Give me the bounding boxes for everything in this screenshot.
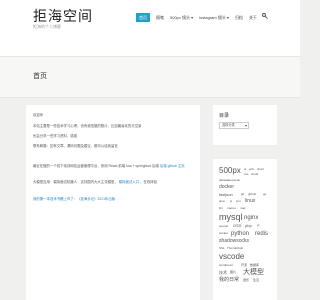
tag-link[interactable]: 开源	[241, 264, 247, 267]
main-nav: 首页 随笔 500px 镜头 ▾ instagram 镜头 ▾ 归档 关于	[136, 12, 263, 22]
page-title: 首页	[33, 73, 47, 80]
paragraph-project: 最近在做的一个线下培训网站运营管理平台，采用 React 前端 koa + sp…	[33, 164, 185, 169]
tag-link[interactable]: chart	[257, 168, 264, 171]
site-title[interactable]: 拒海空间	[33, 6, 93, 26]
interview-link[interactable]: 模拟面试入口	[119, 180, 139, 184]
backend-link[interactable]: 后端	[160, 164, 167, 168]
tag-link[interactable]: 摄影	[243, 279, 249, 282]
chevron-down-icon	[245, 125, 247, 127]
tag-link[interactable]: 图片	[230, 271, 236, 274]
tag-link[interactable]: nginx	[244, 215, 258, 221]
tag-link[interactable]: SSL	[219, 247, 225, 250]
github-link[interactable]: github 主页	[168, 164, 185, 168]
paragraph-intro: 本站主要是一些技术学习心得，也有我拍摄的照片，比如最喜欢的天空景	[33, 124, 142, 128]
tag-link[interactable]: 生活	[253, 279, 259, 282]
nav-item-archive[interactable]: 归档	[235, 13, 243, 22]
tag-link[interactable]: pocket	[219, 232, 228, 235]
sidebar: 目录 选择分类 500px ai arts chart css cloud debian de…	[213, 105, 277, 300]
tag-link[interactable]: redis	[255, 231, 268, 237]
tag-link[interactable]: 数据库	[250, 264, 259, 267]
paragraph-share: 也会分享一些学习资料，感谢	[33, 134, 78, 138]
tag-link[interactable]: linux	[245, 199, 255, 204]
tag-link[interactable]: pi	[257, 224, 259, 227]
llm-text: 大模型应用：模拟面试机器人，支持国内大大主流模型，	[33, 180, 118, 184]
tag-link[interactable]: llm	[219, 207, 223, 210]
llm-suffix: ，在线体验	[140, 180, 157, 184]
tag-link[interactable]: deepseek	[227, 179, 240, 182]
tag-link[interactable]: shadowsocks	[219, 239, 249, 244]
nav-item-about[interactable]: 关于	[249, 13, 257, 22]
book-link[interactable]: 我的第一本技术书籍上市了：《拒海手记》2021年出版	[33, 197, 115, 202]
tag-link[interactable]: php	[245, 224, 252, 228]
paragraph-contact: 联系邮箱：如有文章、源码问题及建议，都可以给我留言	[33, 144, 118, 148]
tag-link[interactable]: github	[248, 193, 256, 196]
tag-link[interactable]: python	[231, 231, 249, 237]
tag-link[interactable]: vscode	[219, 253, 244, 261]
tag-link[interactable]: OSS	[233, 224, 241, 228]
tag-link[interactable]: macos	[227, 207, 236, 210]
paragraph-llm: 大模型应用：模拟面试机器人，支持国内大大主流模型， 模拟面试入口 ，在线体验	[33, 180, 157, 185]
tag-link[interactable]: 大模型	[243, 269, 264, 276]
toc-title: 目录	[219, 113, 230, 119]
tag-link[interactable]: js	[230, 200, 232, 203]
tag-link[interactable]: cloud	[251, 173, 258, 176]
tag-link[interactable]: wordpress	[219, 264, 233, 267]
search-icon[interactable]	[261, 12, 269, 20]
category-select-value: 选择分类	[222, 123, 235, 127]
site-header: 拒海空间 拒海的个人博客 首页 随笔 500px 镜头 ▾ instagram …	[0, 0, 300, 56]
tag-link[interactable]: arts	[249, 168, 254, 171]
tag-link[interactable]: docker	[219, 185, 234, 190]
tag-link[interactable]: css	[244, 173, 249, 176]
tag-link[interactable]: java	[219, 200, 225, 203]
tag-link[interactable]: git	[241, 193, 244, 196]
tag-link[interactable]: 技术	[219, 271, 227, 275]
main-content: 欢迎你 本站主要是一些技术学习心得，也有我拍摄的照片，比如最喜欢的天空景 也会分…	[26, 105, 200, 300]
tag-link[interactable]: 500px	[219, 167, 241, 175]
project-text: 最近在做的一个线下培训网站运营管理平台，采用 React 前端 koa + sp…	[33, 164, 159, 168]
tag-link[interactable]: ai	[244, 168, 246, 171]
nav-item-home[interactable]: 首页	[136, 12, 150, 22]
tag-link[interactable]: go	[263, 193, 266, 196]
tag-link[interactable]: mysql	[219, 213, 243, 222]
page-title-band: 首页	[0, 56, 300, 98]
tag-link[interactable]: Thunderbolt	[227, 247, 243, 250]
tag-link[interactable]: mac	[240, 207, 246, 210]
site-description: 拒海的个人博客	[33, 24, 61, 29]
tag-cloud-widget: 500px ai arts chart css cloud debian deepseek do…	[213, 159, 277, 300]
tag-link[interactable]: 我的日常	[219, 278, 239, 283]
nav-item-instagram[interactable]: instagram 镜头 ▾	[199, 13, 229, 22]
nav-item-notes[interactable]: 随笔	[156, 13, 164, 22]
category-select[interactable]: 选择分类	[219, 122, 249, 129]
paragraph-welcome: 欢迎你	[33, 113, 44, 117]
tag-link[interactable]: fastjson	[219, 193, 233, 197]
tag-link[interactable]: openai	[219, 225, 228, 228]
nav-item-500px[interactable]: 500px 镜头 ▾	[170, 13, 193, 22]
toc-widget: 目录 选择分类	[213, 105, 277, 145]
tag-link[interactable]: jvm	[236, 200, 241, 203]
